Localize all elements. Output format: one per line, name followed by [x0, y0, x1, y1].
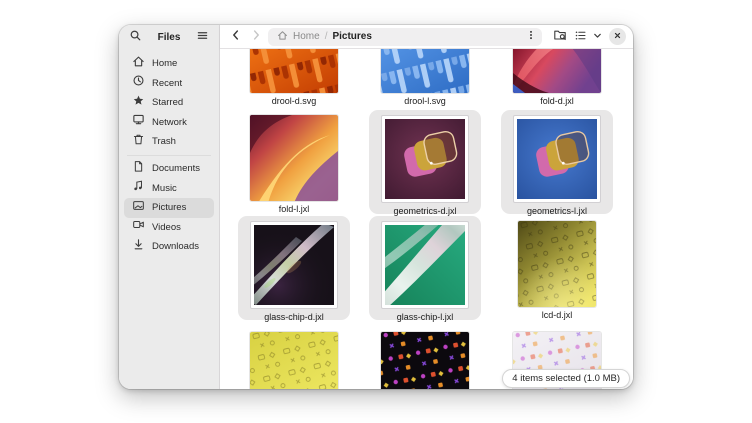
back-button[interactable]: [226, 27, 246, 47]
file-fold-d[interactable]: fold-d.jxl: [501, 49, 613, 106]
file-thumbnail: [381, 221, 469, 309]
sidebar-separator: [127, 155, 211, 156]
video-camera-icon: [132, 218, 145, 236]
file-thumbnail: [250, 49, 338, 93]
file-label: drool-d.svg: [272, 96, 317, 106]
sidebar-group-places: Home Recent Starred Network Trash: [124, 54, 214, 152]
sidebar-item-label: Videos: [152, 222, 181, 233]
file-thumbnail: [381, 115, 469, 203]
file-label: glass-chip-d.jxl: [264, 312, 324, 322]
file-thumbnail: [250, 115, 338, 201]
breadcrumb: Home / Pictures: [268, 28, 542, 46]
forward-button[interactable]: [246, 27, 266, 47]
file-label: geometrics-d.jxl: [393, 206, 456, 216]
home-icon: [277, 28, 288, 46]
hamburger-menu-icon: [196, 29, 209, 45]
file-glass-chip-d[interactable]: glass-chip-d.jxl: [238, 216, 350, 320]
chevron-down-icon: [592, 29, 603, 44]
desktop-background: Files Home Recent Starre: [0, 0, 752, 423]
app-title: Files: [158, 32, 181, 43]
breadcrumb-home[interactable]: Home: [293, 31, 320, 42]
star-icon: [132, 94, 145, 112]
document-icon: [132, 160, 145, 178]
close-icon: [612, 29, 623, 44]
search-button[interactable]: [126, 28, 144, 46]
file-label: fold-d.jxl: [540, 96, 574, 106]
display-icon: [132, 113, 145, 131]
sidebar-item-pictures[interactable]: Pictures: [124, 198, 214, 218]
file-geometrics-l[interactable]: geometrics-l.jxl: [501, 110, 613, 214]
main-menu-button[interactable]: [194, 28, 212, 46]
kebab-menu-icon: [525, 29, 537, 44]
file-thumbnail: [250, 332, 338, 389]
sidebar-item-trash[interactable]: Trash: [124, 132, 214, 152]
file-drool-d[interactable]: drool-d.svg: [238, 49, 350, 106]
file-drool-l[interactable]: drool-l.svg: [369, 49, 481, 106]
folder-menu-button[interactable]: [522, 28, 540, 46]
sidebar-item-label: Starred: [152, 97, 183, 108]
file-label: geometrics-l.jxl: [527, 206, 587, 216]
file-glass-chip-l[interactable]: glass-chip-l.jxl: [369, 216, 481, 320]
files-window: Files Home Recent Starre: [119, 25, 633, 389]
sidebar-item-downloads[interactable]: Downloads: [124, 237, 214, 257]
home-icon: [132, 55, 145, 73]
sidebar-item-recent[interactable]: Recent: [124, 74, 214, 94]
breadcrumb-current[interactable]: Pictures: [332, 31, 371, 42]
sidebar-item-music[interactable]: Music: [124, 179, 214, 199]
file-label: fold-l.jxl: [279, 204, 310, 214]
sidebar-group-folders: Documents Music Pictures Videos Download…: [124, 159, 214, 257]
file-label: glass-chip-l.jxl: [397, 312, 454, 322]
sidebar-item-videos[interactable]: Videos: [124, 218, 214, 238]
sidebar-item-label: Documents: [152, 163, 200, 174]
breadcrumb-separator: /: [325, 31, 328, 42]
file-label: drool-l.svg: [404, 96, 446, 106]
list-view-icon: [574, 29, 587, 45]
sidebar-item-label: Music: [152, 183, 177, 194]
sidebar-item-home[interactable]: Home: [124, 54, 214, 74]
file-thumbnail: [381, 49, 469, 93]
download-icon: [132, 238, 145, 256]
sidebar-item-label: Pictures: [152, 202, 186, 213]
search-icon: [129, 29, 142, 45]
file-thumbnail: [513, 49, 601, 93]
sidebar-item-network[interactable]: Network: [124, 113, 214, 133]
file-thumbnail: [250, 221, 338, 309]
file-partial-1[interactable]: [238, 332, 350, 389]
header-bar: Home / Pictures: [220, 25, 633, 49]
music-note-icon: [132, 179, 145, 197]
sidebar: Files Home Recent Starre: [119, 25, 220, 389]
trash-icon: [132, 133, 145, 151]
clock-icon: [132, 74, 145, 92]
sidebar-item-label: Network: [152, 117, 187, 128]
file-thumbnail: [518, 221, 596, 307]
selection-status-text: 4 items selected (1.0 MB): [512, 373, 620, 384]
chevron-left-icon: [229, 28, 243, 45]
image-icon: [132, 199, 145, 217]
file-partial-2[interactable]: [369, 332, 481, 389]
file-lcd-d[interactable]: lcd-d.jxl: [501, 216, 613, 320]
search-folder-icon: [553, 28, 567, 45]
file-label: lcd-d.jxl: [542, 310, 573, 320]
file-geometrics-d[interactable]: geometrics-d.jxl: [369, 110, 481, 214]
file-thumbnail: [513, 115, 601, 203]
file-thumbnail: [381, 332, 469, 389]
chevron-right-icon: [249, 28, 263, 45]
sidebar-item-label: Downloads: [152, 241, 199, 252]
file-grid: drool-d.svg: [220, 49, 633, 389]
file-fold-l[interactable]: fold-l.jxl: [238, 110, 350, 214]
window-close-button[interactable]: [609, 28, 626, 45]
view-options-button[interactable]: [590, 27, 605, 47]
sidebar-item-documents[interactable]: Documents: [124, 159, 214, 179]
sidebar-item-label: Recent: [152, 78, 182, 89]
search-everywhere-button[interactable]: [550, 27, 570, 47]
status-bar: 4 items selected (1.0 MB): [502, 369, 630, 388]
list-view-button[interactable]: [570, 27, 590, 47]
sidebar-item-starred[interactable]: Starred: [124, 93, 214, 113]
sidebar-header: Files: [119, 25, 219, 49]
sidebar-item-label: Trash: [152, 136, 176, 147]
sidebar-item-label: Home: [152, 58, 177, 69]
